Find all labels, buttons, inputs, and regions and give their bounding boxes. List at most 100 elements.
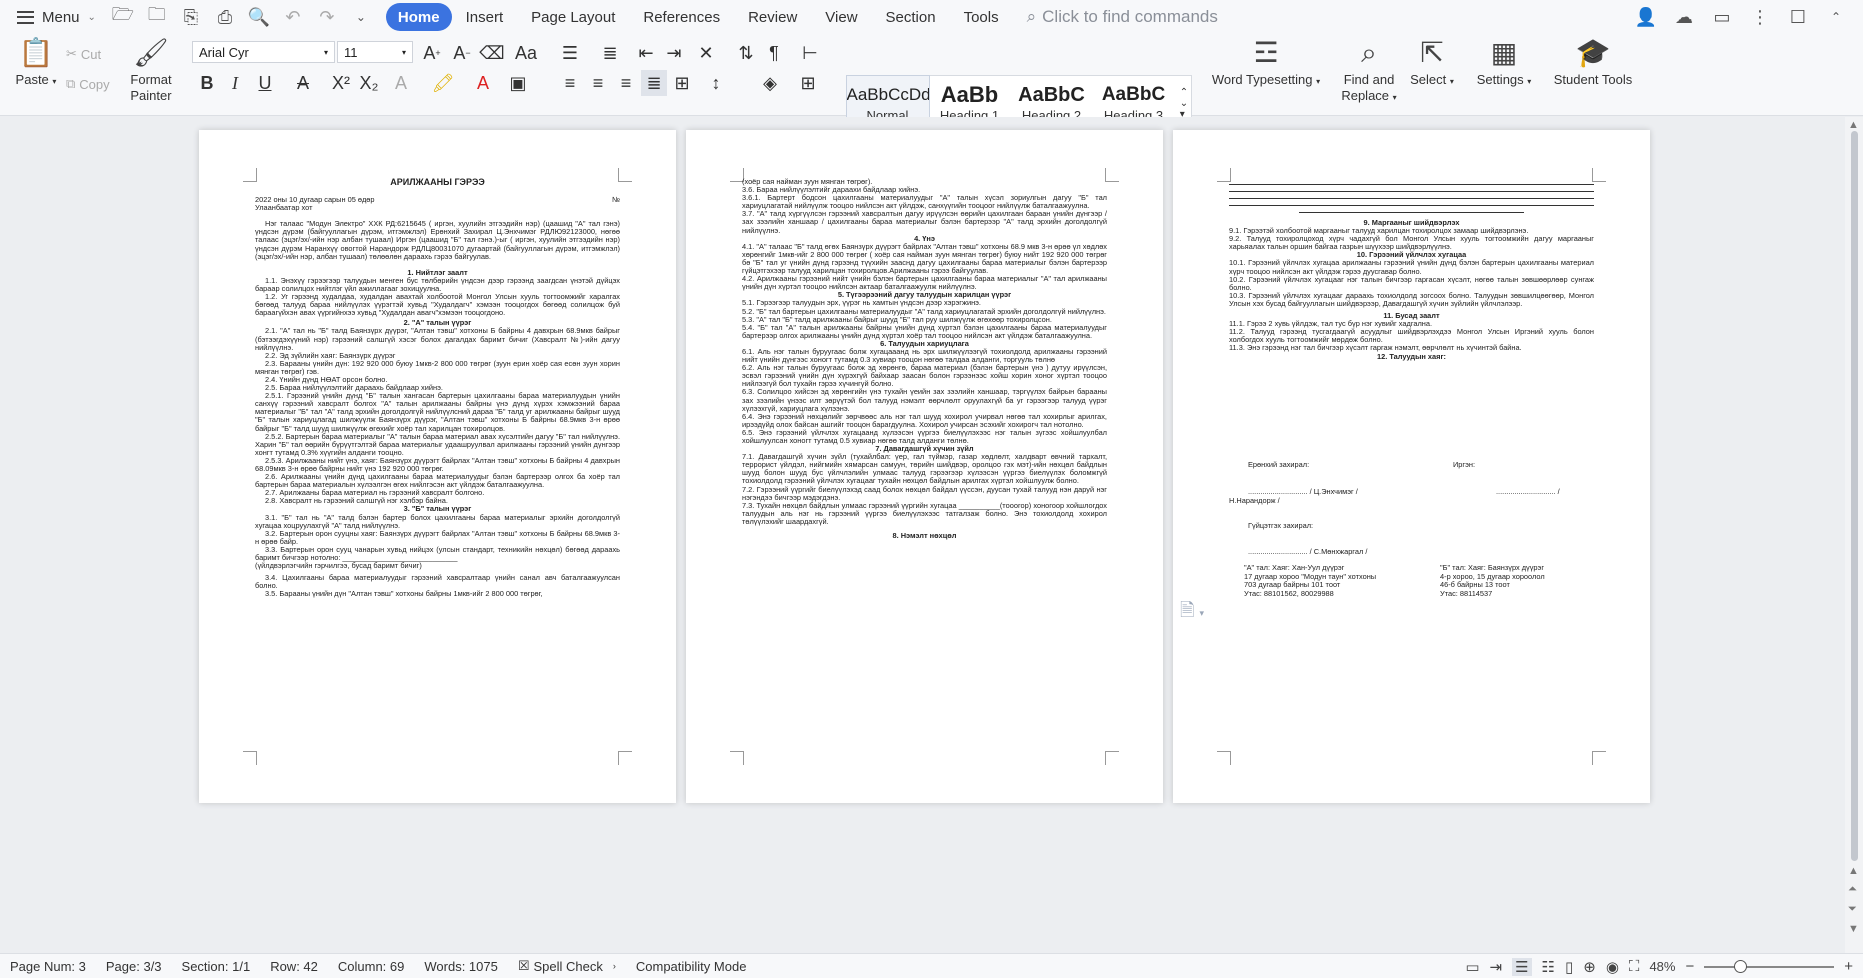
status-page-num[interactable]: Page Num: 3 <box>0 959 96 974</box>
scroll-up-icon[interactable]: ▲ <box>1848 865 1859 877</box>
scroll-down-icon[interactable]: ▼ <box>1848 923 1859 935</box>
bullets-icon[interactable]: ☰ <box>557 40 583 66</box>
status-words[interactable]: Words: 1075 <box>414 959 507 974</box>
open-folder-icon[interactable]: 🗁 <box>106 0 140 34</box>
scroll-up-icon[interactable]: ▲ <box>1848 119 1859 131</box>
document-page-2[interactable]: (хоёр сая найман зуун мянган төгрөг). 3.… <box>686 130 1163 803</box>
decrease-indent-icon[interactable]: ⇤ <box>633 40 659 66</box>
collaborate-icon[interactable]: ▭ <box>1705 7 1739 28</box>
menu-button[interactable]: Menu ⌄ <box>0 9 106 26</box>
distributed-icon[interactable]: ⊞ <box>669 70 695 96</box>
sort-icon[interactable]: ⇅ <box>733 40 759 66</box>
shading-icon[interactable]: ◈ <box>757 70 783 96</box>
italic-icon[interactable]: I <box>222 70 248 96</box>
tab-section[interactable]: Section <box>872 0 950 34</box>
wps-writer-window: Menu ⌄ 🗁 🗀 ⎘ ⎙ 🔍 ↶ ↷ ⌄ Home Insert Page … <box>0 0 1863 978</box>
tab-view[interactable]: View <box>811 0 871 34</box>
tab-references[interactable]: References <box>629 0 734 34</box>
student-tools-label: Student Tools <box>1553 72 1633 87</box>
reading-view-icon[interactable]: ▯ <box>1565 958 1573 976</box>
text-effect-icon[interactable]: A <box>388 70 414 96</box>
previous-page-icon[interactable]: ⏶ <box>1848 883 1857 896</box>
increase-indent-icon[interactable]: ⇥ <box>661 40 687 66</box>
zoom-in-icon[interactable]: + <box>1844 958 1853 975</box>
print-icon[interactable]: ⎙ <box>208 0 242 34</box>
zoom-slider[interactable] <box>1704 959 1835 973</box>
chinese-layout-icon[interactable]: ✕ <box>693 40 719 66</box>
strikethrough-icon[interactable]: A <box>290 70 316 96</box>
find-replace-button[interactable]: ⌕ Find and Replace ▾ <box>1338 38 1400 106</box>
status-section[interactable]: Section: 1/1 <box>172 959 261 974</box>
tab-review[interactable]: Review <box>734 0 811 34</box>
clear-format-icon[interactable]: ⌫ <box>479 40 505 66</box>
tab-home[interactable]: Home <box>385 3 452 31</box>
redo-icon[interactable]: ↷ <box>310 0 344 34</box>
zoom-level[interactable]: 48% <box>1649 959 1675 974</box>
numbering-icon[interactable]: ≣ <box>597 40 623 66</box>
status-page[interactable]: Page: 3/3 <box>96 959 172 974</box>
change-case-icon[interactable]: Aa <box>509 40 543 66</box>
export-icon[interactable]: ⇥ <box>1490 958 1503 976</box>
outline-view-icon[interactable]: ☷ <box>1542 958 1555 976</box>
line-spacing-icon[interactable]: ↕ <box>703 70 729 96</box>
paste-button[interactable]: 📋 Paste ▾ <box>14 38 58 90</box>
superscript-icon[interactable]: X² <box>328 70 354 96</box>
tab-insert[interactable]: Insert <box>452 0 518 34</box>
web-view-icon[interactable]: ⊕ <box>1583 958 1596 976</box>
borders-icon[interactable]: ⊞ <box>795 70 821 96</box>
protect-icon[interactable]: ▭ <box>1465 958 1479 976</box>
settings-button[interactable]: ▦ Settings ▾ <box>1474 38 1534 90</box>
font-color-icon[interactable]: A <box>470 70 496 96</box>
bold-icon[interactable]: B <box>194 70 220 96</box>
user-icon[interactable]: 👤 <box>1629 7 1663 28</box>
command-search[interactable]: ⌕ Click to find commands <box>1027 7 1218 27</box>
format-painter-button[interactable]: 🖌 Format Painter <box>125 38 177 104</box>
subscript-icon[interactable]: X₂ <box>356 70 382 96</box>
cut-button[interactable]: ✂ Cut <box>66 46 101 62</box>
collapse-ribbon-icon[interactable]: ⌃ <box>1819 10 1853 24</box>
document-canvas[interactable]: АРИЛЖААНЫ ГЭРЭЭ 2022 оны 10 дугаар сарын… <box>0 117 1845 953</box>
font-size-select[interactable]: 11 ▾ <box>337 41 413 63</box>
select-button[interactable]: ⇱ Select ▾ <box>1406 38 1458 90</box>
scrollbar-thumb[interactable] <box>1851 131 1858 861</box>
zoom-out-icon[interactable]: − <box>1685 958 1694 975</box>
print-preview-icon[interactable]: 🔍 <box>242 0 276 34</box>
student-tools-button[interactable]: 🎓 Student Tools <box>1548 38 1638 88</box>
tab-page-layout[interactable]: Page Layout <box>517 0 629 34</box>
align-left-icon[interactable]: ≡ <box>557 70 583 96</box>
font-name-select[interactable]: Arial Cyr ▾ <box>192 41 335 63</box>
char-border-icon[interactable]: ▣ <box>505 70 531 96</box>
show-marks-icon[interactable]: ¶ <box>761 40 787 66</box>
spell-check-button[interactable]: ☒ Spell Check › <box>508 958 626 974</box>
shrink-font-icon[interactable]: A − <box>449 40 475 66</box>
next-page-icon[interactable]: ⏷ <box>1848 903 1857 916</box>
paste-options-icon[interactable]: 🗎 ▾ <box>1180 598 1204 628</box>
copy-button[interactable]: ⧉ Copy <box>66 76 110 92</box>
underline-icon[interactable]: U <box>252 70 278 96</box>
tab-stops-icon[interactable]: ⊢ <box>797 40 823 66</box>
share-icon[interactable]: ☁ <box>1667 7 1701 28</box>
highlight-icon[interactable]: 🖍 <box>430 70 456 96</box>
word-typesetting-button[interactable]: ☲ Word Typesetting ▾ <box>1206 38 1326 90</box>
tab-tools[interactable]: Tools <box>950 0 1013 34</box>
align-right-icon[interactable]: ≡ <box>613 70 639 96</box>
eye-protection-icon[interactable]: ◉ <box>1606 958 1619 976</box>
document-page-3[interactable]: 9. Маргааныг шийдвэрлэх 9.1. Гэрээтэй хо… <box>1173 130 1650 803</box>
export-pdf-icon[interactable]: ⎘ <box>174 0 208 34</box>
grow-font-icon[interactable]: A + <box>419 40 445 66</box>
more-icon[interactable]: ⋮ <box>1743 7 1777 28</box>
vertical-scrollbar[interactable]: ▲ ▲ ⏶ ⏷ ▼ <box>1845 117 1863 953</box>
justify-icon[interactable]: ≣ <box>641 70 667 96</box>
save-icon[interactable]: 🗀 <box>140 0 174 34</box>
zoom-slider-knob[interactable] <box>1734 959 1748 973</box>
undo-icon[interactable]: ↶ <box>276 0 310 34</box>
font-name-value: Arial Cyr <box>199 44 249 60</box>
document-page-1[interactable]: АРИЛЖААНЫ ГЭРЭЭ 2022 оны 10 дугаар сарын… <box>199 130 676 803</box>
align-center-icon[interactable]: ≡ <box>585 70 611 96</box>
fit-page-icon[interactable]: ⛶ <box>1629 958 1640 975</box>
customize-dropdown-icon[interactable]: ⌄ <box>344 0 378 34</box>
font-size-value: 11 <box>344 44 358 60</box>
comment-icon[interactable]: ☐ <box>1781 7 1815 28</box>
page-view-icon[interactable]: ☰ <box>1512 957 1532 976</box>
paragraph: Нэг талаас "Модун Электро" ХХК РД:621564… <box>255 219 620 261</box>
